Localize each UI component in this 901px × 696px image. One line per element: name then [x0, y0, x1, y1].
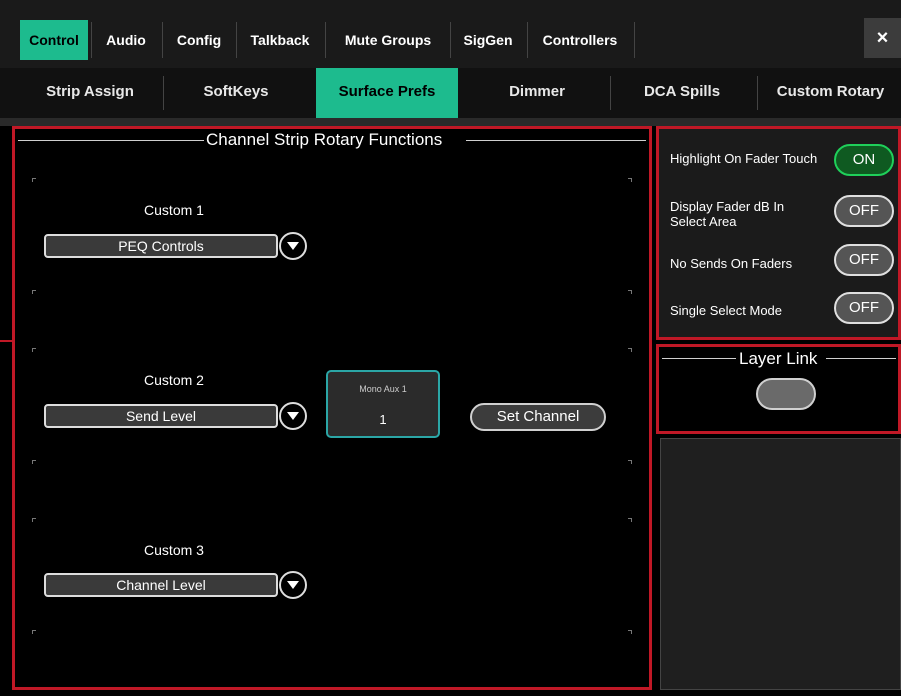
section-corner — [32, 630, 36, 634]
section-corner — [628, 460, 632, 464]
subtab-strip-assign[interactable]: Strip Assign — [20, 68, 160, 118]
title-rule-right — [826, 358, 896, 359]
close-button[interactable]: × — [864, 18, 901, 58]
section-corner — [32, 178, 36, 182]
tab-divider — [91, 22, 92, 58]
custom-3-dropdown[interactable]: Channel Level — [44, 573, 278, 597]
display-db-toggle[interactable]: OFF — [834, 195, 894, 227]
section-corner — [628, 348, 632, 352]
tab-divider — [450, 22, 451, 58]
layer-link-button[interactable] — [756, 378, 816, 410]
title-rule-left — [18, 140, 204, 141]
section-corner — [32, 348, 36, 352]
section-corner — [628, 630, 632, 634]
pref-label-no-sends: No Sends On Faders — [670, 256, 793, 271]
title-rule-left — [662, 358, 736, 359]
custom-3-chevron-down-icon[interactable] — [279, 571, 307, 599]
section-corner — [628, 518, 632, 522]
title-rule-right — [466, 140, 646, 141]
panel-indicator-line — [0, 340, 12, 342]
pref-label-display-db: Display Fader dB In Select Area — [670, 199, 785, 229]
no-sends-toggle[interactable]: OFF — [834, 244, 894, 276]
channel-number: 1 — [379, 412, 387, 427]
tab-divider — [163, 76, 164, 110]
tab-controllers[interactable]: Controllers — [530, 20, 630, 60]
tab-divider — [325, 22, 326, 58]
tab-divider — [162, 22, 163, 58]
tab-divider — [634, 22, 635, 58]
close-icon: × — [876, 27, 889, 49]
subtab-softkeys[interactable]: SoftKeys — [166, 68, 306, 118]
subtab-dimmer[interactable]: Dimmer — [466, 68, 608, 118]
selected-channel-box[interactable]: Mono Aux 1 1 — [326, 370, 440, 438]
tab-siggen[interactable]: SigGen — [452, 20, 524, 60]
section-corner — [628, 178, 632, 182]
custom-1-chevron-down-icon[interactable] — [279, 232, 307, 260]
pref-label-single-select: Single Select Mode — [670, 303, 783, 318]
tab-talkback[interactable]: Talkback — [238, 20, 322, 60]
custom-2-chevron-down-icon[interactable] — [279, 402, 307, 430]
single-select-toggle[interactable]: OFF — [834, 292, 894, 324]
subtab-custom-rotary[interactable]: Custom Rotary — [760, 68, 901, 118]
tab-config[interactable]: Config — [164, 20, 234, 60]
subtab-dca-spills[interactable]: DCA Spills — [612, 68, 752, 118]
section-corner — [32, 460, 36, 464]
channel-name: Mono Aux 1 — [359, 384, 407, 394]
set-channel-button[interactable]: Set Channel — [470, 403, 606, 431]
custom-1-label: Custom 1 — [144, 202, 204, 218]
tab-audio[interactable]: Audio — [93, 20, 159, 60]
custom-1-dropdown[interactable]: PEQ Controls — [44, 234, 278, 258]
subtab-surface-prefs[interactable]: Surface Prefs — [316, 68, 458, 118]
section-corner — [32, 290, 36, 294]
custom-2-dropdown[interactable]: Send Level — [44, 404, 278, 428]
tab-control[interactable]: Control — [20, 20, 88, 60]
content-divider — [0, 118, 901, 126]
section-corner — [32, 518, 36, 522]
tab-divider — [236, 22, 237, 58]
tab-mute-groups[interactable]: Mute Groups — [328, 20, 448, 60]
custom-2-label: Custom 2 — [144, 372, 204, 388]
tab-divider — [610, 76, 611, 110]
highlight-toggle[interactable]: ON — [834, 144, 894, 176]
rotary-panel-title: Channel Strip Rotary Functions — [204, 130, 445, 150]
layer-link-title: Layer Link — [737, 349, 820, 369]
custom-3-label: Custom 3 — [144, 542, 204, 558]
section-corner — [628, 290, 632, 294]
empty-panel — [660, 438, 901, 690]
tab-divider — [527, 22, 528, 58]
tab-divider — [757, 76, 758, 110]
pref-label-highlight: Highlight On Fader Touch — [670, 151, 818, 166]
